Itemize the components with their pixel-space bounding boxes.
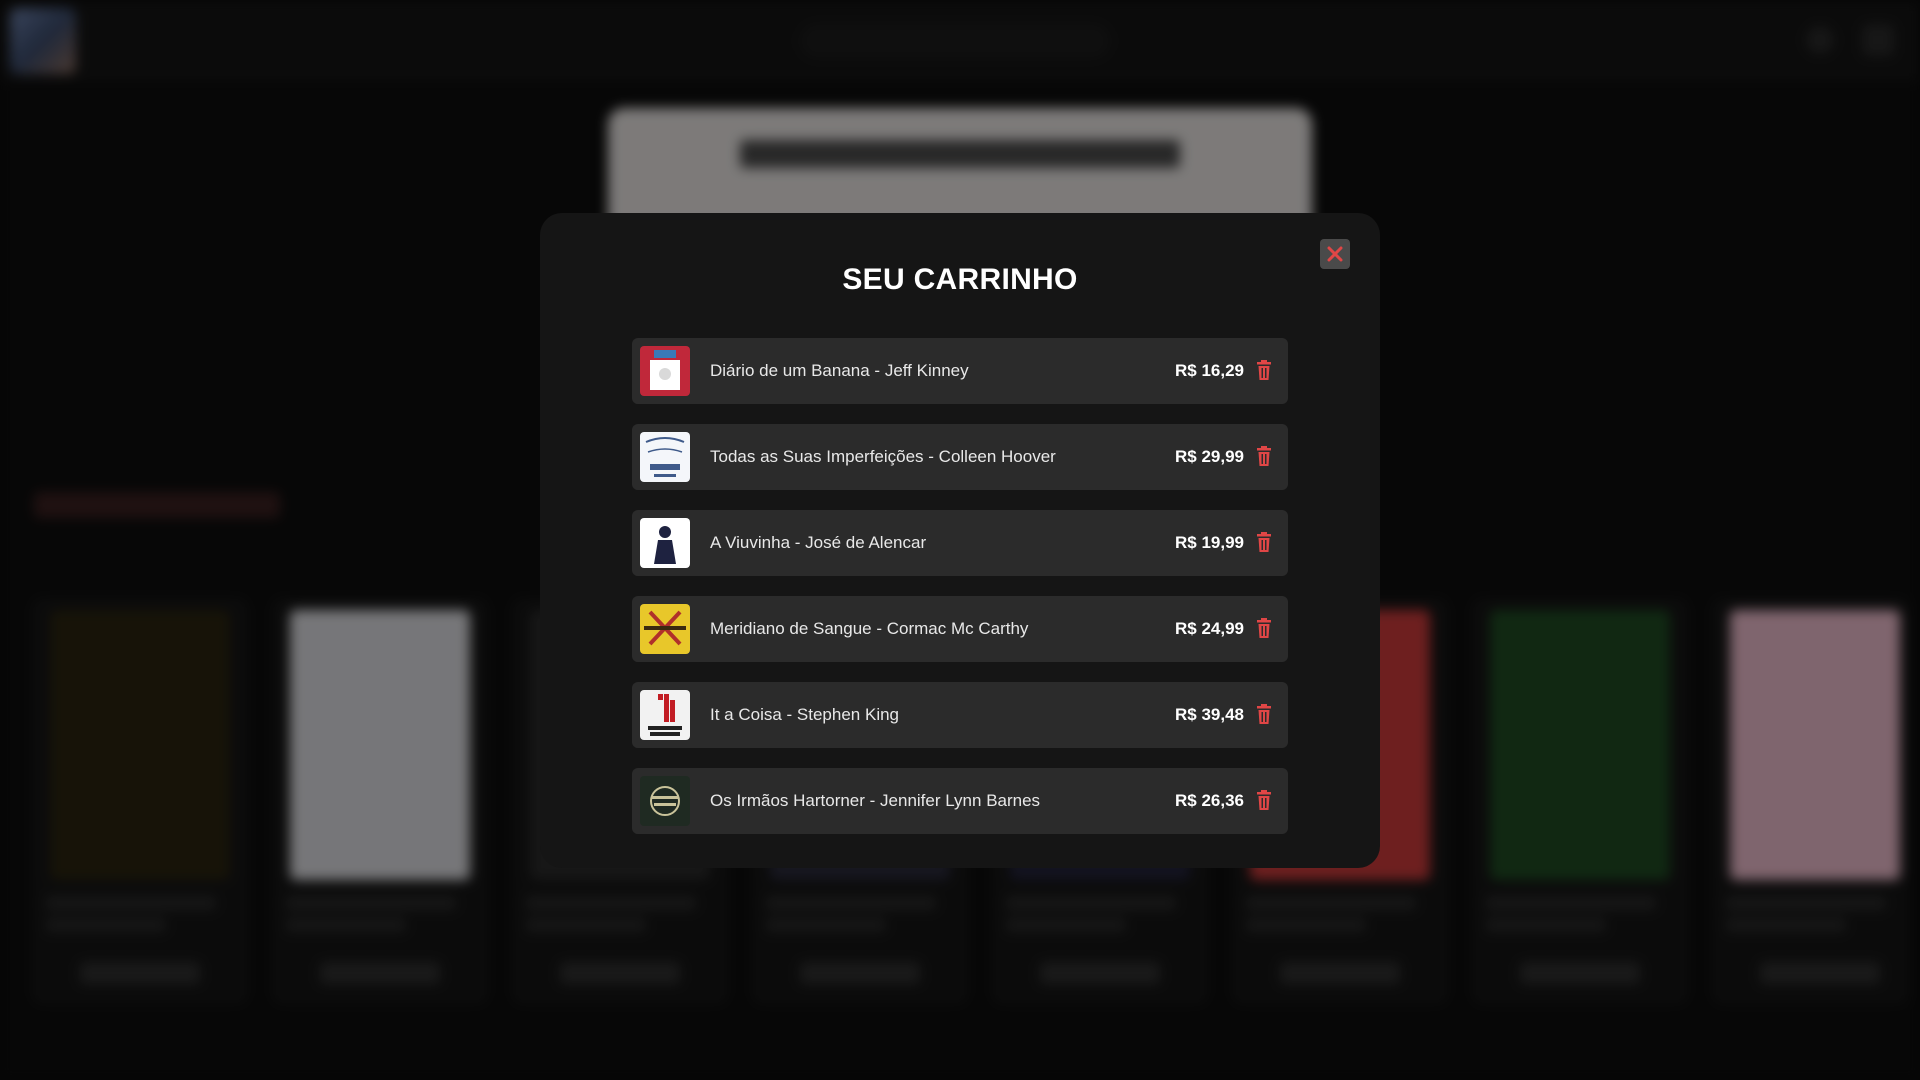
item-title: Diário de um Banana - Jeff Kinney — [710, 361, 969, 380]
trash-icon[interactable] — [1256, 446, 1272, 466]
cart-item: Diário de um Banana - Jeff Kinney R$ 16,… — [632, 338, 1288, 404]
item-price: R$ 29,99 — [1175, 447, 1244, 466]
modal-title: SEU CARRINHO — [842, 263, 1078, 296]
item-price: R$ 39,48 — [1175, 705, 1244, 724]
trash-icon[interactable] — [1256, 532, 1272, 552]
trash-icon[interactable] — [1256, 618, 1272, 638]
cart-modal: SEU CARRINHO Diário de um Banana - Jeff … — [540, 213, 1380, 868]
item-title: Todas as Suas Imperfeições - Colleen Hoo… — [710, 447, 1056, 466]
item-title: A Viuvinha - José de Alencar — [710, 533, 927, 552]
item-price: R$ 16,29 — [1175, 361, 1244, 380]
cart-item: Meridiano de Sangue - Cormac Mc Carthy R… — [632, 596, 1288, 662]
book-cover-thumbnail — [640, 604, 690, 654]
trash-icon[interactable] — [1256, 790, 1272, 810]
cart-item: Todas as Suas Imperfeições - Colleen Hoo… — [632, 424, 1288, 490]
book-cover-thumbnail — [640, 518, 690, 568]
trash-icon[interactable] — [1256, 704, 1272, 724]
trash-icon[interactable] — [1256, 360, 1272, 380]
item-price: R$ 19,99 — [1175, 533, 1244, 552]
item-title: Os Irmãos Hartorner - Jennifer Lynn Barn… — [710, 791, 1041, 810]
cart-item: A Viuvinha - José de Alencar R$ 19,99 — [632, 510, 1288, 576]
item-price: R$ 24,99 — [1175, 619, 1244, 638]
book-cover-thumbnail — [640, 776, 690, 826]
cart-item: It a Coisa - Stephen King R$ 39,48 — [632, 682, 1288, 748]
item-price: R$ 26,36 — [1175, 791, 1244, 810]
book-cover-thumbnail — [640, 690, 690, 740]
book-cover-thumbnail — [640, 432, 690, 482]
cart-list: Diário de um Banana - Jeff Kinney R$ 16,… — [632, 338, 1288, 854]
close-x-icon — [1327, 246, 1343, 262]
item-title: Meridiano de Sangue - Cormac Mc Carthy — [710, 619, 1029, 638]
book-cover-thumbnail — [640, 346, 690, 396]
cart-item: Os Irmãos Hartorner - Jennifer Lynn Barn… — [632, 768, 1288, 834]
item-title: It a Coisa - Stephen King — [710, 705, 900, 724]
